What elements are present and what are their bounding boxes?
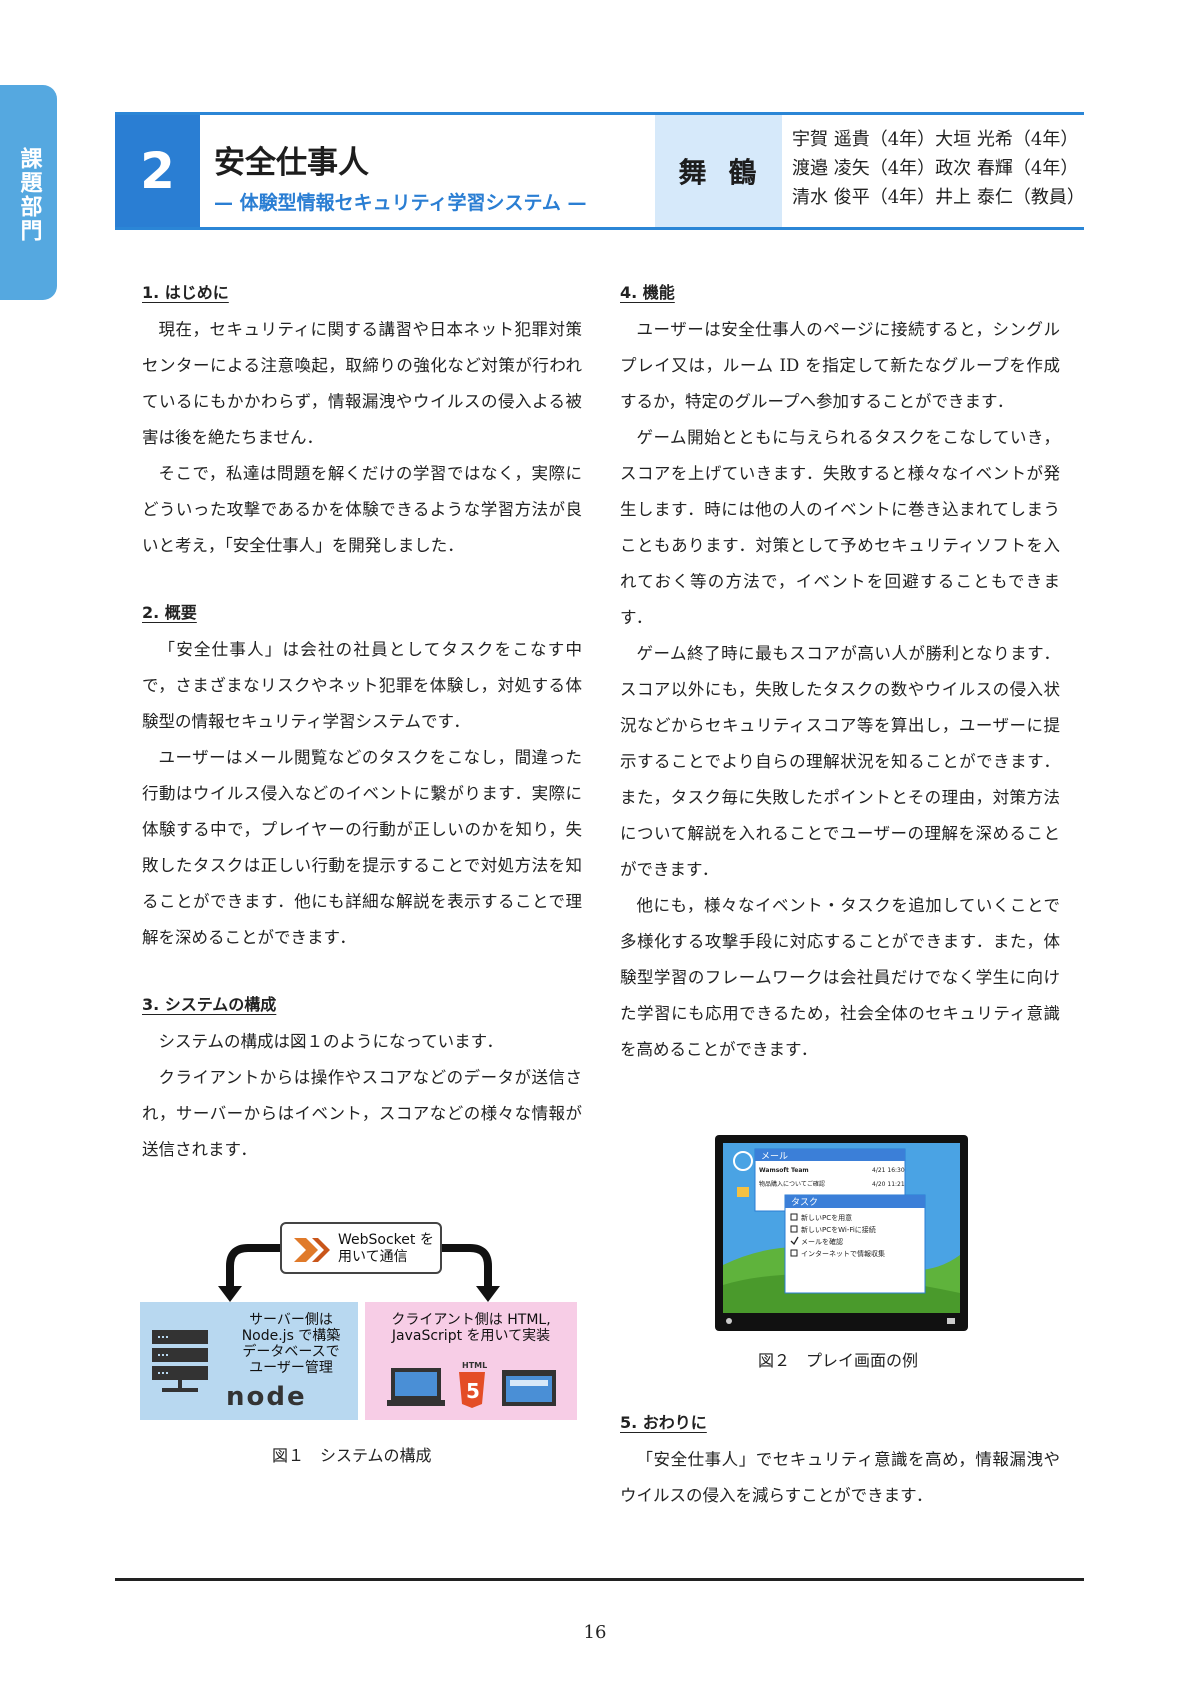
paragraph: 現在，セキュリティに関する講習や日本ネット犯罪対策センターによる注意喚起，取締り…	[142, 320, 582, 447]
server-line: ユーザー管理	[249, 1360, 333, 1376]
article-title: 安全仕事人	[214, 145, 369, 181]
nodejs-logo: node	[226, 1382, 307, 1412]
task-item: 新しいPCをWi-Fiに接続	[801, 1225, 876, 1234]
figure-system-architecture: WebSocket を 用いて通信 サーバー側は Node.js で構築 データ…	[140, 1222, 577, 1422]
server-line: データベースで	[242, 1344, 340, 1360]
paragraph: システムの構成は図１のようになっています．	[158, 1032, 504, 1051]
svg-text:5: 5	[466, 1379, 480, 1403]
paragraph: クライアントからは操作やスコアなどのデータが送信され，サーバーからはイベント，ス…	[142, 1068, 582, 1159]
article-subtitle: — 体験型情報セキュリティ学習システム —	[214, 192, 587, 214]
websocket-label-line1: WebSocket を	[338, 1232, 434, 1248]
paragraph: そこで，私達は問題を解くだけの学習ではなく，実際にどういった攻撃であるかを体験で…	[142, 464, 582, 555]
section-heading-features: 4. 機能	[620, 283, 675, 302]
article-number: 2	[115, 115, 200, 227]
member-line: 宇賀 遥貴（4年）大垣 光希（4年）	[792, 129, 1079, 150]
member-list: 宇賀 遥貴（4年）大垣 光希（4年） 渡邉 凌矢（4年）政次 春輝（4年） 清水…	[782, 115, 1085, 227]
page-number: 16	[583, 1622, 607, 1643]
html5-icon: HTML 5	[459, 1361, 487, 1408]
task-item: インターネットで情報収集	[801, 1249, 885, 1258]
server-box: サーバー側は Node.js で構築 データベースで ユーザー管理 node	[140, 1302, 358, 1420]
figure-play-screen: メール Wamsoft Team 4/21 16:30 物品購入についてご確認 …	[715, 1135, 968, 1331]
browser-icon	[502, 1370, 556, 1406]
server-line: Node.js で構築	[241, 1328, 341, 1344]
client-line: JavaScript を用いて実装	[391, 1328, 551, 1344]
member-line: 清水 俊平（4年）井上 泰仁（教員）	[792, 187, 1085, 208]
paragraph: ゲーム開始とともに与えられるタスクをこなしていき，スコアを上げていきます．失敗す…	[620, 428, 1060, 627]
right-column-end: 5. おわりに 「安全仕事人」でセキュリティ意識を高め，情報漏洩やウイルスの侵入…	[620, 1410, 1060, 1514]
websocket-label-line2: 用いて通信	[338, 1249, 408, 1265]
mail-row-sender: Wamsoft Team	[759, 1167, 809, 1174]
title-block: 安全仕事人 — 体験型情報セキュリティ学習システム —	[200, 115, 655, 227]
paragraph: 「安全仕事人」は会社の社員としてタスクをこなす中で，さまざまなリスクやネット犯罪…	[142, 640, 582, 731]
section-heading-system: 3. システムの構成	[142, 995, 277, 1014]
server-description: サーバー側は Node.js で構築 データベースで ユーザー管理	[226, 1312, 356, 1376]
figure1-caption: 図１ システムの構成	[272, 1446, 432, 1465]
figure2-caption: 図２ プレイ画面の例	[758, 1351, 919, 1370]
right-column: 4. 機能 ユーザーは安全仕事人のページに接続すると，シングルプレイ又は，ルーム…	[620, 280, 1060, 1068]
mail-row-date: 4/21 16:30	[872, 1167, 905, 1174]
paragraph: 他にも，様々なイベント・タスクを追加していくことで多様化する攻撃手段に対応するこ…	[620, 896, 1060, 1059]
paragraph: ユーザーはメール閲覧などのタスクをこなし，間違った行動はウイルス侵入などのイベン…	[142, 748, 582, 947]
laptop-icon	[387, 1368, 445, 1406]
client-tech-icons: HTML 5	[387, 1361, 556, 1408]
side-category-tab: 課題部門	[0, 85, 57, 300]
side-category-label: 課題部門	[16, 147, 42, 243]
member-line: 渡邉 凌矢（4年）政次 春輝（4年）	[792, 158, 1079, 179]
websocket-icon	[294, 1238, 330, 1262]
mail-row-date: 4/20 11:21	[872, 1181, 905, 1188]
server-line: サーバー側は	[249, 1312, 333, 1328]
task-item: 新しいPCを用意	[801, 1213, 852, 1222]
client-description: クライアント側は HTML, JavaScript を用いて実装	[365, 1312, 577, 1344]
left-column: 1. はじめに 現在，セキュリティに関する講習や日本ネット犯罪対策センターによる…	[142, 280, 582, 1168]
task-item: メールを確認	[801, 1237, 843, 1246]
folder-icon	[737, 1187, 749, 1197]
server-icon	[152, 1330, 208, 1392]
websocket-box: WebSocket を 用いて通信	[280, 1222, 442, 1274]
section-heading-conclusion: 5. おわりに	[620, 1413, 707, 1432]
article-header: 2 安全仕事人 — 体験型情報セキュリティ学習システム — 舞鶴 宇賀 遥貴（4…	[115, 112, 1085, 230]
task-window-title: タスク	[791, 1197, 818, 1208]
paragraph: 「安全仕事人」でセキュリティ意識を高め，情報漏洩やウイルスの侵入を減らすことがで…	[620, 1450, 1060, 1505]
school-name: 舞鶴	[655, 115, 782, 227]
client-line: クライアント側は HTML,	[391, 1312, 551, 1328]
paragraph: ユーザーは安全仕事人のページに接続すると，シングルプレイ又は，ルーム ID を指…	[620, 320, 1060, 411]
paragraph: ゲーム終了時に最もスコアが高い人が勝利となります．スコア以外にも，失敗したタスク…	[620, 644, 1060, 879]
section-heading-introduction: 1. はじめに	[142, 283, 229, 302]
mail-window-title: メール	[761, 1152, 788, 1162]
mail-row-subject: 物品購入についてご確認	[759, 1180, 825, 1188]
footer-rule	[115, 1578, 1084, 1581]
html-label: HTML	[462, 1361, 487, 1370]
section-heading-overview: 2. 概要	[142, 603, 197, 622]
client-box: クライアント側は HTML, JavaScript を用いて実装 HTML 5	[365, 1302, 577, 1420]
